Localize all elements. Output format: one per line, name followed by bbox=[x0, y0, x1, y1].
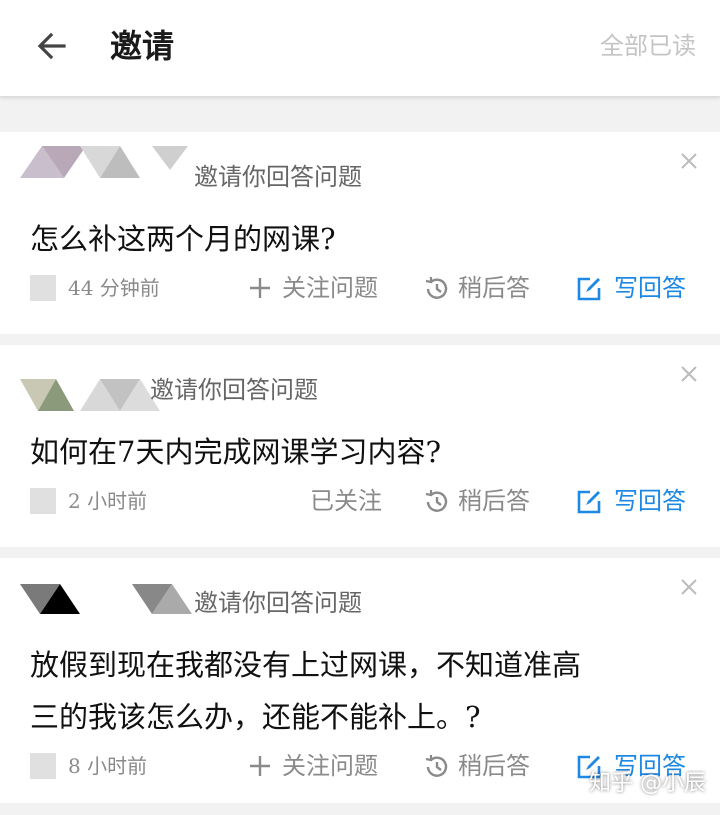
answer-later-button[interactable]: 稍后答 bbox=[424, 270, 544, 306]
clock-history-icon bbox=[425, 277, 448, 299]
answer-later-button[interactable]: 稍后答 bbox=[424, 748, 544, 784]
plus-icon bbox=[250, 756, 270, 776]
write-answer-button[interactable]: 写回答 bbox=[576, 483, 696, 519]
author-avatar bbox=[30, 488, 56, 514]
plus-icon bbox=[250, 278, 270, 298]
later-label: 稍后答 bbox=[458, 752, 530, 780]
invite-card[interactable]: 邀请你回答问题 怎么补这两个月的网课? 44 分钟前 关注问题 稍后答 写回答 bbox=[0, 132, 720, 334]
author-avatar bbox=[30, 275, 56, 301]
mark-all-read-button[interactable]: 全部已读 bbox=[600, 28, 696, 64]
inviter-avatars bbox=[20, 146, 188, 178]
later-label: 稍后答 bbox=[458, 487, 530, 515]
answer-label: 写回答 bbox=[614, 274, 686, 302]
page-title: 邀请 bbox=[110, 27, 175, 65]
back-arrow-icon[interactable] bbox=[34, 28, 70, 64]
close-icon[interactable] bbox=[680, 365, 698, 383]
timestamp: 44 分钟前 bbox=[68, 276, 160, 300]
answer-later-button[interactable]: 稍后答 bbox=[424, 483, 544, 519]
timestamp: 2 小时前 bbox=[68, 489, 148, 513]
follow-label: 关注问题 bbox=[282, 752, 378, 780]
card-meta-row: 44 分钟前 关注问题 稍后答 写回答 bbox=[0, 270, 720, 306]
invite-text: 邀请你回答问题 bbox=[150, 376, 318, 404]
later-label: 稍后答 bbox=[458, 274, 530, 302]
close-icon[interactable] bbox=[680, 152, 698, 170]
edit-icon bbox=[577, 277, 601, 301]
answer-label: 写回答 bbox=[614, 487, 686, 515]
invite-card[interactable]: 邀请你回答问题 如何在7天内完成网课学习内容? 2 小时前 已关注 稍后答 写回… bbox=[0, 345, 720, 547]
timestamp: 8 小时前 bbox=[68, 754, 148, 778]
follow-label: 关注问题 bbox=[282, 274, 378, 302]
clock-history-icon bbox=[425, 755, 448, 777]
edit-icon bbox=[577, 490, 601, 514]
invite-text: 邀请你回答问题 bbox=[194, 589, 362, 617]
author-avatar bbox=[30, 753, 56, 779]
follow-question-button[interactable]: 关注问题 bbox=[248, 270, 388, 306]
invite-card[interactable]: 邀请你回答问题 放假到现在我都没有上过网课，不知道准高 三的我该怎么办，还能不能… bbox=[0, 558, 720, 803]
question-title-line-2[interactable]: 三的我该怎么办，还能不能补上。? bbox=[30, 694, 690, 740]
invite-text: 邀请你回答问题 bbox=[194, 163, 362, 191]
inviter-avatars bbox=[20, 584, 192, 614]
question-title[interactable]: 怎么补这两个月的网课? bbox=[30, 216, 690, 262]
watermark: 知乎 @小辰 bbox=[589, 771, 706, 796]
app-header: 邀请 全部已读 bbox=[0, 0, 720, 97]
card-meta-row: 2 小时前 已关注 稍后答 写回答 bbox=[0, 483, 720, 519]
followed-status[interactable]: 已关注 bbox=[310, 483, 382, 519]
question-title[interactable]: 如何在7天内完成网课学习内容? bbox=[30, 429, 690, 475]
follow-question-button[interactable]: 关注问题 bbox=[248, 748, 388, 784]
close-icon[interactable] bbox=[680, 578, 698, 596]
question-title-line-1[interactable]: 放假到现在我都没有上过网课，不知道准高 bbox=[30, 642, 690, 688]
write-answer-button[interactable]: 写回答 bbox=[576, 270, 696, 306]
clock-history-icon bbox=[425, 490, 448, 512]
